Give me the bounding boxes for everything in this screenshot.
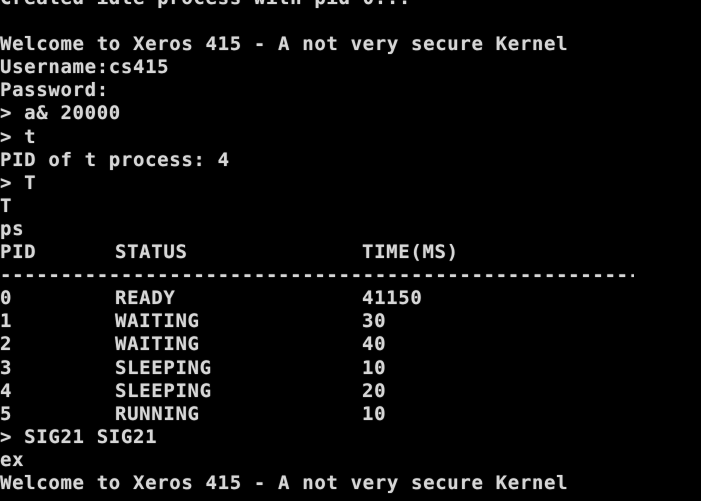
console-line: ps xyxy=(0,217,25,240)
console-line: > SIG21 SIG21 xyxy=(0,425,158,448)
console-line: > T xyxy=(0,171,37,194)
console-line: Password: xyxy=(0,79,109,102)
table-separator: ----------------------------------------… xyxy=(0,264,634,287)
console-line: > t xyxy=(0,125,37,148)
table-cell-status: READY xyxy=(115,287,176,310)
console-line: Created idle process with pid 0... xyxy=(0,0,701,10)
table-header-status: STATUS xyxy=(115,241,188,264)
table-cell-pid: 3 xyxy=(0,356,13,379)
console-line: ex xyxy=(0,448,25,471)
table-cell-pid: 1 xyxy=(0,310,13,333)
table-cell-status: WAITING xyxy=(115,333,200,356)
table-cell-time: 20 xyxy=(362,379,387,402)
table-header-time: TIME(MS) xyxy=(362,241,459,264)
table-cell-time: 30 xyxy=(362,310,387,333)
table-row: 4 SLEEPING 20 xyxy=(0,380,701,403)
table-cell-time: 41150 xyxy=(362,287,423,310)
process-table-header: PID STATUS TIME(MS) xyxy=(0,241,701,264)
table-cell-time: 40 xyxy=(362,333,387,356)
console-line: Welcome to Xeros 415 - A not very secure… xyxy=(0,471,569,494)
table-cell-time: 10 xyxy=(362,356,387,379)
table-cell-status: RUNNING xyxy=(115,402,200,425)
table-cell-status: WAITING xyxy=(115,310,200,333)
terminal-screen[interactable]: Created idle process with pid 0... Welco… xyxy=(0,0,701,501)
table-cell-pid: 2 xyxy=(0,333,13,356)
console-line: Welcome to Xeros 415 - A not very secure… xyxy=(0,33,569,56)
table-cell-pid: 4 xyxy=(0,379,13,402)
table-row: 1 WAITING 30 xyxy=(0,310,701,333)
console-line: > a& 20000 xyxy=(0,102,121,125)
table-row: 0 READY 41150 xyxy=(0,287,701,310)
table-cell-time: 10 xyxy=(362,402,387,425)
console-line: T xyxy=(0,194,13,217)
table-row: 3 SLEEPING 10 xyxy=(0,357,701,380)
table-cell-pid: 0 xyxy=(0,287,13,310)
table-cell-status: SLEEPING xyxy=(115,356,212,379)
table-cell-pid: 5 xyxy=(0,402,13,425)
table-cell-status: SLEEPING xyxy=(115,379,212,402)
table-row: 2 WAITING 40 xyxy=(0,333,701,356)
console-line: Username:cs415 xyxy=(0,56,170,79)
console-line: PID of t process: 4 xyxy=(0,148,230,171)
table-header-pid: PID xyxy=(0,241,37,264)
table-row: 5 RUNNING 10 xyxy=(0,403,701,426)
